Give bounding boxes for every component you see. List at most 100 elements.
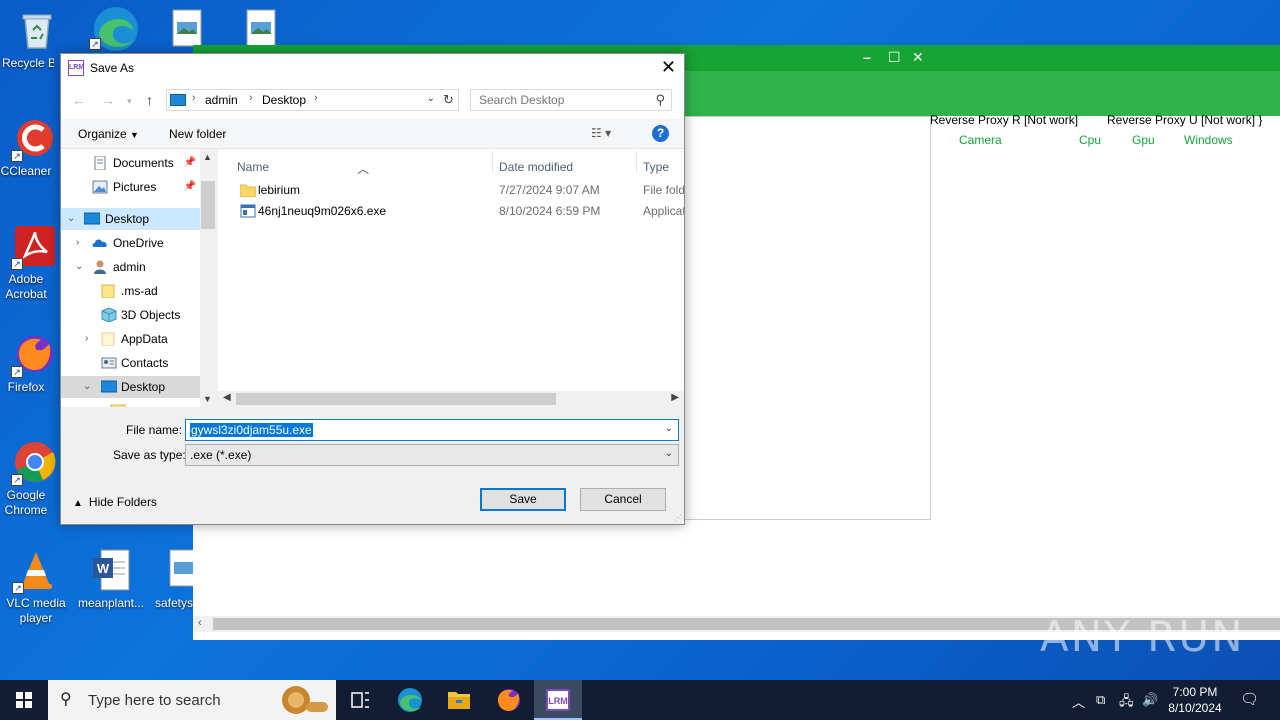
breadcrumb-desktop[interactable]: Desktop xyxy=(262,93,306,107)
nav-item-label: OneDrive xyxy=(113,236,164,250)
breadcrumb-admin[interactable]: admin xyxy=(205,93,238,107)
desktop-icon-edge[interactable]: ↗ xyxy=(78,4,148,52)
nav-item-ms-ad[interactable]: .ms-ad xyxy=(61,280,216,302)
search-icon: ⚲ xyxy=(655,92,665,107)
taskbar-lrm-app[interactable]: LRM xyxy=(534,680,582,720)
taskbar-firefox[interactable] xyxy=(485,680,533,720)
pin-icon[interactable]: 📌 xyxy=(184,152,196,174)
search-box[interactable]: ⚲ xyxy=(470,89,672,111)
chevron-down-icon[interactable]: ⌄ xyxy=(665,448,673,459)
menu-windows[interactable]: Windows xyxy=(1184,133,1233,147)
recent-locations-chevron-icon[interactable]: ▾ xyxy=(127,96,132,107)
file-date: 7/27/2024 9:07 AM xyxy=(499,183,600,197)
windows-logo-icon xyxy=(16,692,32,708)
network-status-icon[interactable]: ⧉ xyxy=(1096,692,1105,708)
chevron-down-icon[interactable]: ⌄ xyxy=(75,256,83,278)
hide-folders-button[interactable]: ▲ Hide Folders xyxy=(73,495,157,509)
nav-item-desktop[interactable]: ⌄ Desktop xyxy=(61,376,216,398)
menu-reverse-proxy-r[interactable]: Reverse Proxy R [Not work] xyxy=(930,113,1078,127)
navigation-row: ← → ▾ ↑ › admin › Desktop › ⌄ ↻ ⚲ xyxy=(61,83,684,119)
chevron-down-icon: ▼ xyxy=(130,130,139,140)
maximize-icon[interactable]: ☐ xyxy=(888,49,901,66)
navigation-pane-scrollbar[interactable]: ▲ ▼ xyxy=(200,149,216,407)
save-button[interactable]: Save xyxy=(480,488,566,511)
nav-item-admin[interactable]: ⌄ admin xyxy=(61,256,216,278)
notifications-icon[interactable]: 🗨 xyxy=(1240,690,1259,708)
menu-camera[interactable]: Camera xyxy=(959,133,1002,147)
scroll-left-icon[interactable]: ◀ xyxy=(223,392,231,403)
nav-item-label: Desktop xyxy=(121,380,166,394)
cancel-button[interactable]: Cancel xyxy=(580,488,666,511)
up-arrow-icon[interactable]: ↑ xyxy=(146,92,153,108)
scroll-right-icon[interactable]: ▶ xyxy=(671,392,679,403)
nav-item-desktop-root[interactable]: ⌄ Desktop xyxy=(61,208,216,230)
volume-icon[interactable]: 🔊 xyxy=(1142,692,1158,708)
nav-item-onedrive[interactable]: › OneDrive xyxy=(61,232,216,254)
menu-reverse-proxy-u[interactable]: Reverse Proxy U [Not work] } xyxy=(1107,113,1262,127)
address-dropdown-icon[interactable]: ⌄ xyxy=(427,93,435,104)
nav-item-documents[interactable]: Documents 📌 xyxy=(61,152,216,174)
close-icon[interactable]: ✕ xyxy=(661,58,676,76)
scroll-left-icon[interactable]: ‹ xyxy=(198,617,202,629)
view-options-icon[interactable]: ☷ ▾ xyxy=(591,126,611,140)
minimize-icon[interactable]: – xyxy=(863,49,871,65)
resize-grip-icon[interactable]: ⋰ xyxy=(674,513,682,522)
help-icon[interactable]: ? xyxy=(652,125,669,142)
forward-arrow-icon[interactable]: → xyxy=(101,92,115,108)
nav-item-contacts[interactable]: Contacts xyxy=(61,352,216,374)
scroll-down-icon[interactable]: ▼ xyxy=(203,394,212,404)
nav-item-label: Documents xyxy=(113,156,174,170)
desktop-icon-label: Firefox xyxy=(7,380,45,394)
chevron-down-icon[interactable]: ⌄ xyxy=(83,376,91,398)
column-divider[interactable] xyxy=(492,151,493,173)
scrollbar-thumb[interactable] xyxy=(236,393,556,405)
column-header-date[interactable]: Date modified xyxy=(499,160,573,174)
new-folder-button[interactable]: New folder xyxy=(169,127,226,141)
desktop-icon-vlc[interactable]: ↗ VLC media player xyxy=(1,548,71,626)
menu-gpu[interactable]: Gpu xyxy=(1132,133,1155,147)
user-icon xyxy=(94,260,106,274)
file-list-horizontal-scrollbar[interactable]: ◀ ▶ xyxy=(218,391,684,407)
file-name-value[interactable]: gywsl3zi0djam55u.exe xyxy=(190,423,313,437)
chevron-up-icon: ▲ xyxy=(73,498,83,509)
address-bar[interactable]: › admin › Desktop › ⌄ xyxy=(166,89,459,111)
chevron-right-icon[interactable]: › xyxy=(85,328,88,350)
nav-item-pictures[interactable]: Pictures 📌 xyxy=(61,176,216,198)
taskbar-edge[interactable] xyxy=(386,680,434,720)
close-icon[interactable]: ✕ xyxy=(912,49,924,66)
desktop-icon-safety-file[interactable]: safetyst... xyxy=(152,548,194,611)
file-row[interactable]: lebirium 7/27/2024 9:07 AM File fold xyxy=(218,180,684,201)
file-row[interactable]: 46nj1neuq9m026x6.exe 8/10/2024 6:59 PM A… xyxy=(218,201,684,222)
scroll-up-icon[interactable]: ▲ xyxy=(203,152,212,162)
nav-item-label: Pictures xyxy=(113,180,157,194)
column-divider[interactable] xyxy=(636,151,637,173)
search-input[interactable] xyxy=(471,90,641,110)
file-type: File fold xyxy=(643,183,684,197)
back-arrow-icon[interactable]: ← xyxy=(72,92,86,108)
chevron-down-icon[interactable]: ⌄ xyxy=(665,423,673,434)
task-view-button[interactable] xyxy=(336,680,384,720)
menu-cpu[interactable]: Cpu xyxy=(1079,133,1101,147)
chevron-right-icon[interactable]: › xyxy=(76,232,79,254)
refresh-icon[interactable]: ↻ xyxy=(439,89,459,111)
taskbar-search-box[interactable]: ⚲ Type here to search xyxy=(48,680,336,720)
nav-item-3d-objects[interactable]: 3D Objects xyxy=(61,304,216,326)
save-as-type-select[interactable]: .exe (*.exe) ⌄ xyxy=(185,444,679,466)
show-hidden-icons-chevron-icon[interactable]: ︿ xyxy=(1072,692,1085,711)
column-header-type[interactable]: Type xyxy=(643,160,669,174)
firefox-icon xyxy=(498,689,520,711)
system-clock[interactable]: 7:00 PM 8/10/2024 xyxy=(1160,684,1230,716)
pin-icon[interactable]: 📌 xyxy=(184,176,196,198)
chevron-down-icon[interactable]: ⌄ xyxy=(67,208,75,230)
save-as-type-value: .exe (*.exe) xyxy=(190,448,252,462)
start-button[interactable] xyxy=(0,680,48,720)
taskbar-file-explorer[interactable] xyxy=(435,680,483,720)
nav-item-appdata[interactable]: › AppData xyxy=(61,328,216,350)
column-header-name[interactable]: Name xyxy=(237,160,269,174)
file-name-input[interactable]: gywsl3zi0djam55u.exe ⌄ xyxy=(185,419,679,441)
network-icon[interactable]: 🖧 xyxy=(1119,692,1134,714)
scrollbar-thumb[interactable] xyxy=(201,181,215,229)
desktop-icon-word-doc[interactable]: W meanplant... xyxy=(76,548,146,611)
save-as-type-label: Save as type: xyxy=(113,448,186,462)
organize-button[interactable]: Organize ▼ xyxy=(78,127,139,141)
